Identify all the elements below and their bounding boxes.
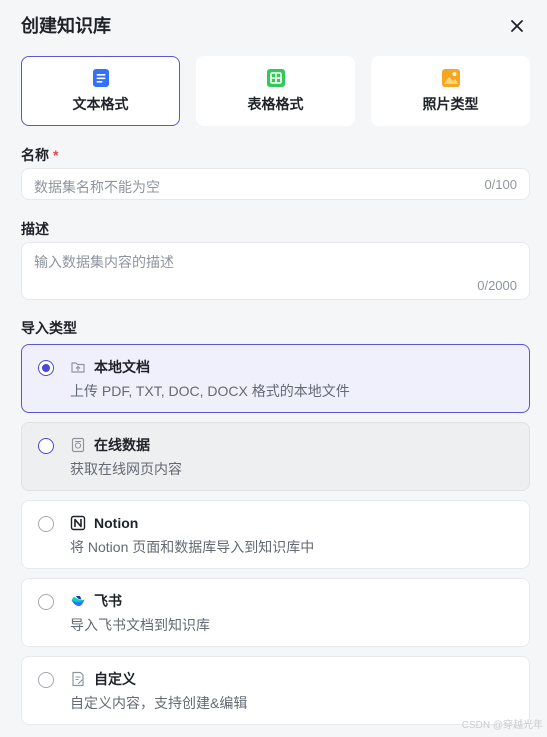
option-desc: 导入飞书文档到知识库 [70,617,210,633]
desc-counter: 0/2000 [477,278,517,293]
import-option-local[interactable]: 本地文档 上传 PDF, TXT, DOC, DOCX 格式的本地文件 [21,344,530,413]
radio-unselected[interactable] [38,438,54,454]
name-placeholder: 数据集名称不能为空 [34,179,160,195]
import-option-custom[interactable]: 自定义 自定义内容，支持创建&编辑 [21,656,530,725]
option-title: 飞书 [94,593,122,609]
image-icon [441,69,460,87]
option-title: 本地文档 [94,359,150,375]
desc-textarea[interactable]: 输入数据集内容的描述 0/2000 [21,242,530,300]
option-desc: 将 Notion 页面和数据库导入到知识库中 [70,539,315,555]
text-doc-icon [92,69,109,87]
option-desc: 自定义内容，支持创建&编辑 [70,695,248,711]
dialog-header: 创建知识库 [21,14,531,38]
tab-table-format[interactable]: 表格格式 [196,56,355,126]
close-button[interactable] [507,16,527,36]
name-label-text: 名称 [21,147,49,163]
name-label: 名称 * [21,145,58,165]
import-option-online[interactable]: 在线数据 获取在线网页内容 [21,422,530,491]
tab-image-format[interactable]: 照片类型 [371,56,530,126]
table-icon [266,69,285,87]
desc-label: 描述 [21,221,49,237]
option-title: 自定义 [94,671,136,687]
option-desc: 获取在线网页内容 [70,461,182,477]
radio-unselected[interactable] [38,594,54,610]
radio-unselected[interactable] [38,516,54,532]
feishu-icon [70,593,86,609]
radio-unselected[interactable] [38,672,54,688]
tab-label: 文本格式 [72,96,129,112]
notion-icon [70,515,86,531]
required-mark: * [53,147,59,163]
format-tabs: 文本格式 表格格式 照片类型 [21,56,530,126]
option-desc: 上传 PDF, TXT, DOC, DOCX 格式的本地文件 [70,383,350,399]
option-title: 在线数据 [94,437,150,453]
tab-text-format[interactable]: 文本格式 [21,56,180,126]
import-option-feishu[interactable]: 飞书 导入飞书文档到知识库 [21,578,530,647]
upload-folder-icon [70,359,86,375]
name-counter: 0/100 [484,177,517,192]
tab-label: 照片类型 [422,96,479,112]
tab-label: 表格格式 [247,96,304,112]
custom-doc-icon [70,671,86,687]
close-icon [511,20,523,32]
radio-selected[interactable] [38,360,54,376]
name-input[interactable]: 数据集名称不能为空 0/100 [21,168,530,200]
desc-placeholder: 输入数据集内容的描述 [34,254,174,270]
import-type-label: 导入类型 [21,320,77,336]
watermark: CSDN @穿越光年 [461,720,543,731]
import-option-notion[interactable]: Notion 将 Notion 页面和数据库导入到知识库中 [21,500,530,569]
dialog-title: 创建知识库 [21,16,111,36]
web-doc-icon [70,437,86,453]
option-title: Notion [94,515,139,531]
